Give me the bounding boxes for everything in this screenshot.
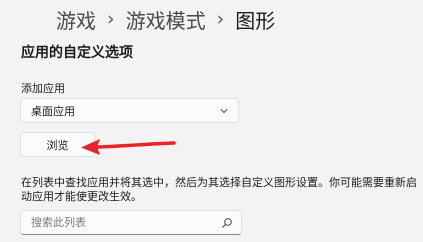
breadcrumb-item-game-mode[interactable]: 游戏模式 (126, 5, 206, 34)
chevron-down-icon (220, 108, 228, 114)
breadcrumb-separator: › (107, 8, 115, 30)
search-box[interactable] (20, 210, 242, 235)
search-icon[interactable] (221, 217, 233, 229)
app-type-selected-value: 桌面应用 (31, 104, 75, 118)
search-input[interactable] (21, 211, 213, 234)
breadcrumb-separator: › (216, 8, 225, 30)
app-type-select[interactable]: 桌面应用 (20, 98, 239, 123)
breadcrumb-item-graphics: 图形 (235, 8, 276, 33)
breadcrumb: 游戏 › 游戏模式 › 图形 (56, 4, 275, 34)
section-title: 应用的自定义选项 (21, 45, 133, 61)
add-app-label: 添加应用 (21, 82, 65, 95)
browse-button-label: 浏览 (46, 138, 69, 152)
breadcrumb-item-gaming[interactable]: 游戏 (56, 5, 96, 34)
red-arrow-icon (81, 139, 176, 155)
description-text: 在列表中查找应用并将其选中，然后为其选择自定义图形设置。你可能需要重新启动应用才… (21, 176, 417, 203)
